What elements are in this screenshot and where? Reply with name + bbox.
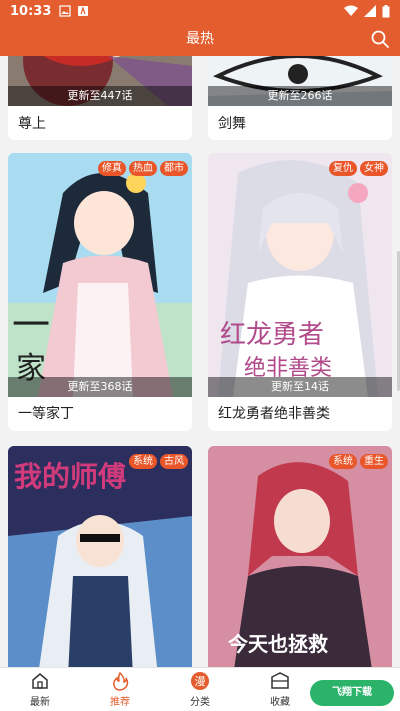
tag: 系统	[329, 454, 357, 469]
nav-item-favorites[interactable]: 收藏	[240, 668, 320, 711]
nav-label: 最新	[30, 697, 50, 708]
update-label: 更新至447话	[8, 86, 192, 106]
wifi-icon	[344, 5, 358, 16]
status-bar: 10:33	[0, 0, 400, 22]
svg-text:今天也拯救: 今天也拯救	[228, 632, 328, 656]
cover-art: 我的师傅	[8, 446, 192, 667]
tag-list: 系统 古风	[129, 454, 188, 469]
svg-text:一: 一	[12, 303, 50, 347]
comic-card[interactable]: 今天也拯救 系统 重生	[208, 446, 392, 667]
comic-card[interactable]: 红龙勇者 绝非善类 复仇 女神 更新至14话 红龙勇者绝非善类	[208, 153, 392, 431]
cover-art: 一 家	[8, 153, 192, 397]
comic-title: 一等家丁	[18, 406, 74, 422]
tag: 系统	[129, 454, 157, 469]
signal-icon	[364, 5, 376, 17]
comic-card[interactable]: 我的师傅 系统 古风	[8, 446, 192, 667]
update-label: 更新至368话	[8, 377, 192, 397]
gallery-notification-icon	[59, 5, 71, 17]
flame-icon	[113, 671, 129, 691]
shelf-icon	[271, 672, 289, 689]
tag: 重生	[360, 454, 388, 469]
comic-card[interactable]: 更新至447话 尊上	[8, 56, 192, 140]
svg-text:我的师傅: 我的师傅	[14, 460, 126, 493]
tag: 复仇	[329, 161, 357, 176]
comic-card[interactable]: 一 家 修真 热血 都市 更新至368话 一等家丁	[8, 153, 192, 431]
nav-item-latest[interactable]: 最新	[0, 668, 80, 711]
manga-icon: 漫	[191, 672, 209, 690]
svg-text:红龙勇者: 红龙勇者	[220, 320, 324, 350]
tag: 古风	[160, 454, 188, 469]
nav-item-category[interactable]: 漫 分类	[160, 668, 240, 711]
nav-item-recommend[interactable]: 推荐	[80, 668, 160, 711]
comic-cover[interactable]: 今天也拯救 系统 重生	[208, 446, 392, 667]
tag-list: 复仇 女神	[329, 161, 388, 176]
search-icon[interactable]	[370, 29, 390, 49]
tag-list: 系统 重生	[329, 454, 388, 469]
comic-title: 尊上	[18, 116, 46, 132]
update-label: 更新至266话	[208, 86, 392, 106]
tag: 修真	[98, 161, 126, 176]
nav-label: 分类	[190, 697, 210, 708]
tag-list: 修真 热血 都市	[98, 161, 188, 176]
watermark-logo: 飞翔下载	[310, 680, 394, 706]
comic-cover[interactable]: 更新至266话	[208, 56, 392, 106]
comic-title: 剑舞	[218, 116, 246, 132]
comic-card[interactable]: 更新至266话 剑舞	[208, 56, 392, 140]
cover-art: 今天也拯救	[208, 446, 392, 667]
nav-label: 推荐	[110, 697, 130, 708]
tag: 都市	[160, 161, 188, 176]
comic-cover[interactable]: 红龙勇者 绝非善类 复仇 女神 更新至14话	[208, 153, 392, 397]
nav-label: 收藏	[270, 697, 290, 708]
tag: 热血	[129, 161, 157, 176]
comic-cover[interactable]: 一 家 修真 热血 都市 更新至368话	[8, 153, 192, 397]
battery-icon	[382, 4, 390, 17]
update-label: 更新至14话	[208, 377, 392, 397]
cover-art: 红龙勇者 绝非善类	[208, 153, 392, 397]
app-notification-icon	[78, 6, 89, 16]
comic-cover[interactable]: 更新至447话	[8, 56, 192, 106]
tag: 女神	[360, 161, 388, 176]
home-icon	[32, 673, 48, 689]
comic-cover[interactable]: 我的师傅 系统 古风	[8, 446, 192, 667]
svg-text:漫: 漫	[195, 674, 206, 688]
page-title: 最热	[186, 31, 214, 47]
status-time: 10:33	[10, 3, 52, 19]
app-bar: 最热	[0, 22, 400, 56]
comic-title: 红龙勇者绝非善类	[218, 406, 330, 422]
comic-grid[interactable]: 更新至447话 尊上 更新至266话 剑舞 一 家 修真 热血 都市 更新至36…	[0, 56, 400, 667]
